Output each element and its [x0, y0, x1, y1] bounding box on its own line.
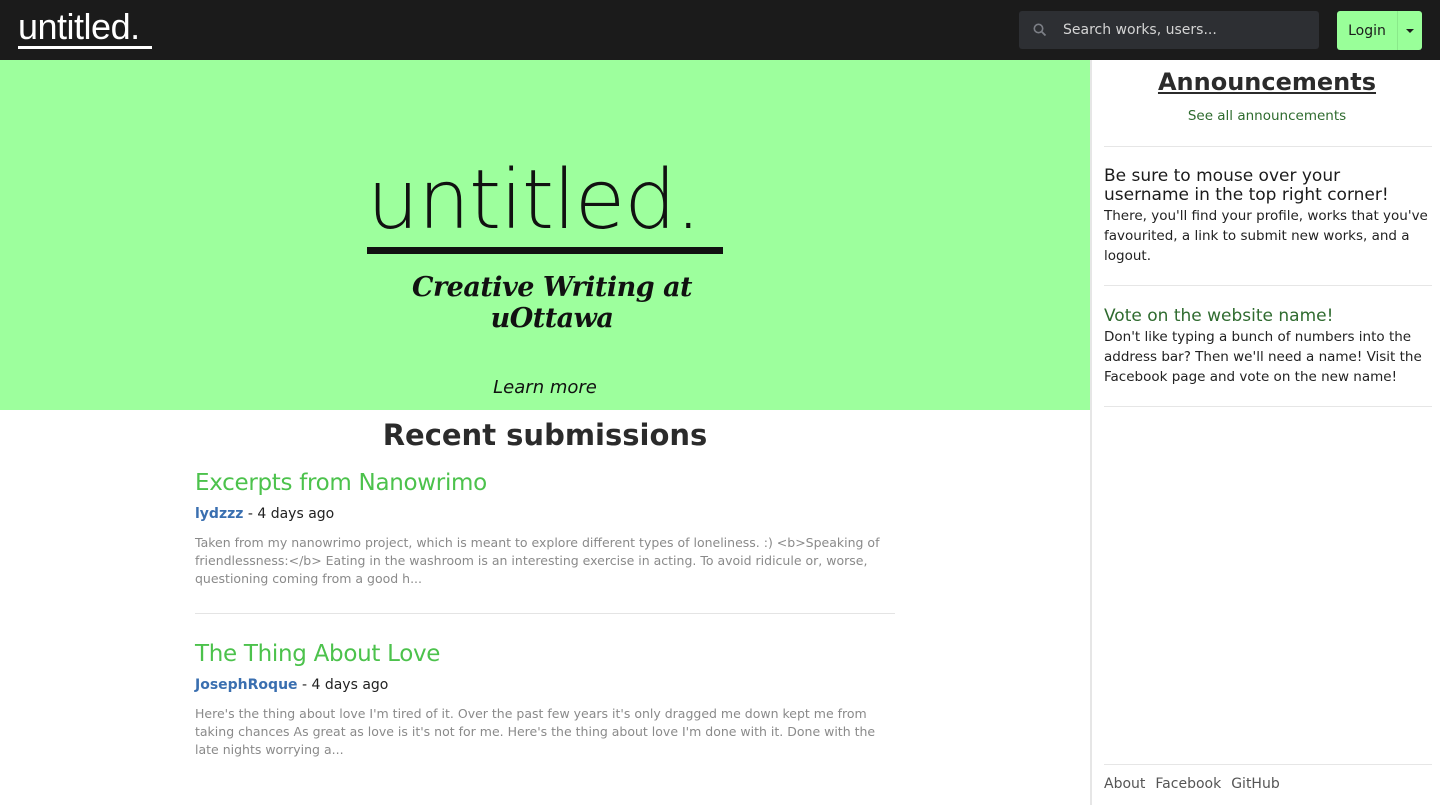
sidebar-divider	[1104, 285, 1432, 286]
submission-item: The Thing About Love JosephRoque - 4 day…	[195, 641, 895, 759]
submission-title[interactable]: The Thing About Love	[195, 641, 895, 667]
footer-divider	[1104, 764, 1432, 765]
submission-divider	[195, 613, 895, 614]
hero-title-underline	[367, 247, 723, 254]
submission-excerpt: Here's the thing about love I'm tired of…	[195, 706, 876, 757]
top-navbar: untitled. Login	[0, 0, 1440, 60]
sidebar-divider	[1104, 146, 1432, 147]
search-input[interactable]	[1063, 11, 1313, 49]
brand-underline	[18, 46, 152, 49]
search-icon	[1033, 23, 1047, 37]
submission-title[interactable]: Excerpts from Nanowrimo	[195, 470, 895, 496]
see-all-announcements-link[interactable]: See all announcements	[1092, 108, 1440, 124]
announcements-sidebar: Announcements See all announcements Be s…	[1090, 60, 1440, 805]
announcement-body: There, you'll find your profile, works t…	[1104, 208, 1428, 264]
hero-title: untitled.	[367, 153, 701, 248]
submission-author[interactable]: lydzzz	[195, 506, 243, 522]
announcement-title[interactable]: Vote on the website name!	[1104, 306, 1430, 326]
brand-logo[interactable]: untitled.	[18, 6, 140, 48]
login-dropdown-toggle[interactable]	[1397, 11, 1422, 50]
sidebar-divider	[1104, 406, 1432, 407]
search-box[interactable]	[1019, 11, 1319, 49]
login-button-group: Login	[1337, 11, 1422, 50]
hero-banner: untitled. Creative Writing at uOttawa Le…	[0, 60, 1090, 410]
submission-item: Excerpts from Nanowrimo lydzzz - 4 days …	[195, 470, 895, 588]
footer-link-facebook[interactable]: Facebook	[1155, 776, 1221, 792]
announcement-title: Be sure to mouse over your username in t…	[1104, 166, 1389, 205]
submission-time: - 4 days ago	[297, 677, 389, 693]
login-button[interactable]: Login	[1337, 11, 1397, 50]
hero-subtitle: Creative Writing at uOttawa	[411, 272, 693, 334]
announcements-heading: Announcements	[1157, 68, 1377, 96]
submission-time: - 4 days ago	[243, 506, 335, 522]
submission-meta: JosephRoque - 4 days ago	[195, 677, 895, 693]
announcement-item: Be sure to mouse over your username in t…	[1104, 167, 1430, 266]
learn-more-link[interactable]: Learn more	[0, 377, 1090, 398]
submission-author[interactable]: JosephRoque	[195, 677, 298, 693]
submission-excerpt: Taken from my nanowrimo project, which i…	[195, 535, 880, 586]
recent-submissions-heading: Recent submissions	[382, 418, 708, 452]
footer-links: About Facebook GitHub	[1104, 776, 1280, 792]
footer-link-github[interactable]: GitHub	[1231, 776, 1280, 792]
announcement-body: Don't like typing a bunch of numbers int…	[1104, 329, 1422, 385]
submission-meta: lydzzz - 4 days ago	[195, 506, 895, 522]
announcement-item: Vote on the website name! Don't like typ…	[1104, 306, 1430, 387]
footer-link-about[interactable]: About	[1104, 776, 1145, 792]
